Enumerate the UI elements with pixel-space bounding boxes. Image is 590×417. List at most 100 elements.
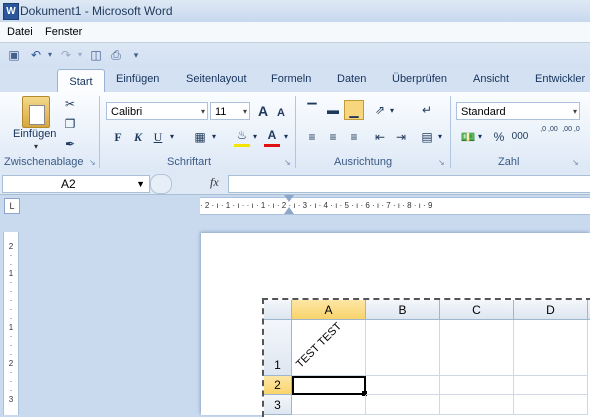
fill-color-swatch (234, 144, 250, 147)
bold-button[interactable]: F (108, 127, 128, 147)
font-size-dropdown-icon[interactable]: ▾ (243, 103, 247, 121)
cell-c2[interactable] (440, 376, 514, 395)
number-group-label: Zahl (498, 156, 520, 168)
underline-button[interactable]: U (148, 127, 168, 147)
window-title: Dokument1 - Microsoft Word (20, 4, 173, 18)
name-box[interactable]: A2 ▼ (2, 175, 150, 193)
quick-print-icon[interactable]: ⎙ (108, 47, 124, 63)
horizontal-ruler[interactable]: · 2 · ı · 1 · ı · · ı · 1 · ı · 2 · ı · … (200, 197, 590, 215)
tab-start[interactable]: Start (57, 69, 105, 94)
ribbon-tabs: Start Einfügen Seitenlayout Formeln Date… (0, 67, 590, 94)
number-format-dropdown-icon[interactable]: ▾ (573, 103, 577, 121)
formula-bar-splitter[interactable] (150, 174, 172, 194)
number-format-combo[interactable]: Standard ▾ (456, 102, 580, 120)
menu-datei[interactable]: Datei (7, 26, 33, 38)
cell-c1[interactable] (440, 320, 514, 376)
embedded-spreadsheet[interactable]: A B C D 1 2 3 TEST TEST (262, 298, 590, 417)
first-line-indent-marker[interactable] (284, 195, 294, 202)
decrease-decimal-button[interactable]: ,00 ,0 (562, 125, 580, 145)
hanging-indent-marker[interactable] (284, 207, 294, 214)
thousands-separator-button[interactable]: 000 (510, 127, 530, 147)
align-left-icon[interactable]: ≡ (302, 127, 322, 147)
cell-d3[interactable] (514, 395, 588, 415)
column-header-b[interactable]: B (366, 300, 440, 320)
clipboard-launcher-icon[interactable]: ↘ (89, 158, 96, 167)
cell-a2-active[interactable] (292, 376, 366, 395)
grow-font-icon[interactable]: A (253, 101, 273, 121)
number-launcher-icon[interactable]: ↘ (572, 158, 579, 167)
align-middle-icon[interactable]: ▬ (323, 100, 343, 120)
undo-dropdown-icon[interactable]: ▾ (42, 47, 58, 63)
currency-dropdown-icon[interactable]: ▾ (478, 132, 482, 141)
cell-b3[interactable] (366, 395, 440, 415)
row-header-1[interactable]: 1 (264, 320, 292, 376)
wrap-text-icon[interactable]: ↵ (417, 100, 437, 120)
fill-color-dropdown-icon[interactable]: ▾ (253, 132, 257, 141)
paste-button-label[interactable]: Einfügen (13, 128, 56, 140)
column-header-d[interactable]: D (514, 300, 588, 320)
insert-function-button[interactable]: fx (210, 175, 219, 190)
merge-dropdown-icon[interactable]: ▾ (438, 132, 442, 141)
orientation-dropdown-icon[interactable]: ▾ (390, 106, 394, 115)
cell-a1[interactable]: TEST TEST (292, 320, 366, 376)
copy-icon[interactable]: ❐ (60, 114, 80, 134)
currency-icon[interactable]: 💵 (458, 127, 478, 147)
percent-button[interactable]: % (489, 127, 509, 147)
font-color-icon[interactable]: A (262, 125, 282, 145)
font-size-combo[interactable]: 11 ▾ (210, 102, 250, 120)
tab-formeln[interactable]: Formeln (271, 73, 311, 85)
align-bottom-icon[interactable]: ▁ (344, 100, 364, 120)
cell-b2[interactable] (366, 376, 440, 395)
print-preview-icon[interactable]: ◫ (88, 47, 104, 63)
column-header-a[interactable]: A (292, 300, 366, 320)
merge-center-icon[interactable]: ▤ (417, 127, 437, 147)
formula-input[interactable] (228, 175, 590, 193)
tab-ansicht[interactable]: Ansicht (473, 73, 509, 85)
row-header-2[interactable]: 2 (264, 376, 292, 395)
align-center-icon[interactable]: ≡ (323, 127, 343, 147)
increase-indent-icon[interactable]: ⇥ (391, 127, 411, 147)
border-dropdown-icon[interactable]: ▾ (212, 132, 216, 141)
column-header-c[interactable]: C (440, 300, 514, 320)
vertical-ruler[interactable]: 2 · · 1 · · · · · 1 · · · 2 · · · 3 (3, 232, 19, 415)
row-header-3[interactable]: 3 (264, 395, 292, 415)
menu-fenster[interactable]: Fenster (45, 26, 82, 38)
cell-d2[interactable] (514, 376, 588, 395)
alignment-launcher-icon[interactable]: ↘ (438, 158, 445, 167)
font-launcher-icon[interactable]: ↘ (284, 158, 291, 167)
customize-toolbar-icon[interactable]: ▾ (128, 47, 144, 63)
cell-d1[interactable] (514, 320, 588, 376)
redo-dropdown-icon[interactable]: ▾ (72, 47, 88, 63)
paste-icon[interactable] (22, 96, 50, 128)
italic-button[interactable]: K (128, 127, 148, 147)
tab-ueberpruefen[interactable]: Überprüfen (392, 73, 447, 85)
cell-b1[interactable] (366, 320, 440, 376)
format-painter-icon[interactable]: ✒ (60, 134, 80, 154)
font-color-dropdown-icon[interactable]: ▾ (284, 132, 288, 141)
border-icon[interactable]: ▦ (190, 127, 210, 147)
cut-icon[interactable]: ✂ (60, 94, 80, 114)
decrease-indent-icon[interactable]: ⇤ (370, 127, 390, 147)
align-right-icon[interactable]: ≡ (344, 127, 364, 147)
font-name-dropdown-icon[interactable]: ▾ (201, 103, 205, 121)
underline-dropdown-icon[interactable]: ▾ (170, 132, 174, 141)
formula-bar: A2 ▼ fx (0, 172, 590, 195)
font-name-combo[interactable]: Calibri ▾ (106, 102, 208, 120)
cell-a3[interactable] (292, 395, 366, 415)
increase-decimal-button[interactable]: ,0 ,00 (540, 125, 558, 145)
tab-selector-button[interactable]: L (4, 198, 20, 214)
orientation-icon[interactable]: ⇗ (370, 100, 390, 120)
tab-entwickler[interactable]: Entwickler (535, 73, 585, 85)
shrink-font-icon[interactable]: A (271, 103, 291, 123)
name-box-dropdown-icon[interactable]: ▼ (136, 176, 145, 192)
select-all-corner[interactable] (264, 300, 292, 320)
tab-seitenlayout[interactable]: Seitenlayout (186, 73, 247, 85)
tab-einfuegen[interactable]: Einfügen (116, 73, 159, 85)
cell-c3[interactable] (440, 395, 514, 415)
word-app-icon[interactable]: W (3, 3, 19, 20)
paste-dropdown-icon[interactable]: ▾ (34, 142, 38, 151)
align-top-icon[interactable]: ▔ (302, 100, 322, 120)
save-icon[interactable]: ▣ (6, 47, 22, 63)
fill-color-icon[interactable]: ♨ (232, 125, 252, 145)
tab-daten[interactable]: Daten (337, 73, 366, 85)
